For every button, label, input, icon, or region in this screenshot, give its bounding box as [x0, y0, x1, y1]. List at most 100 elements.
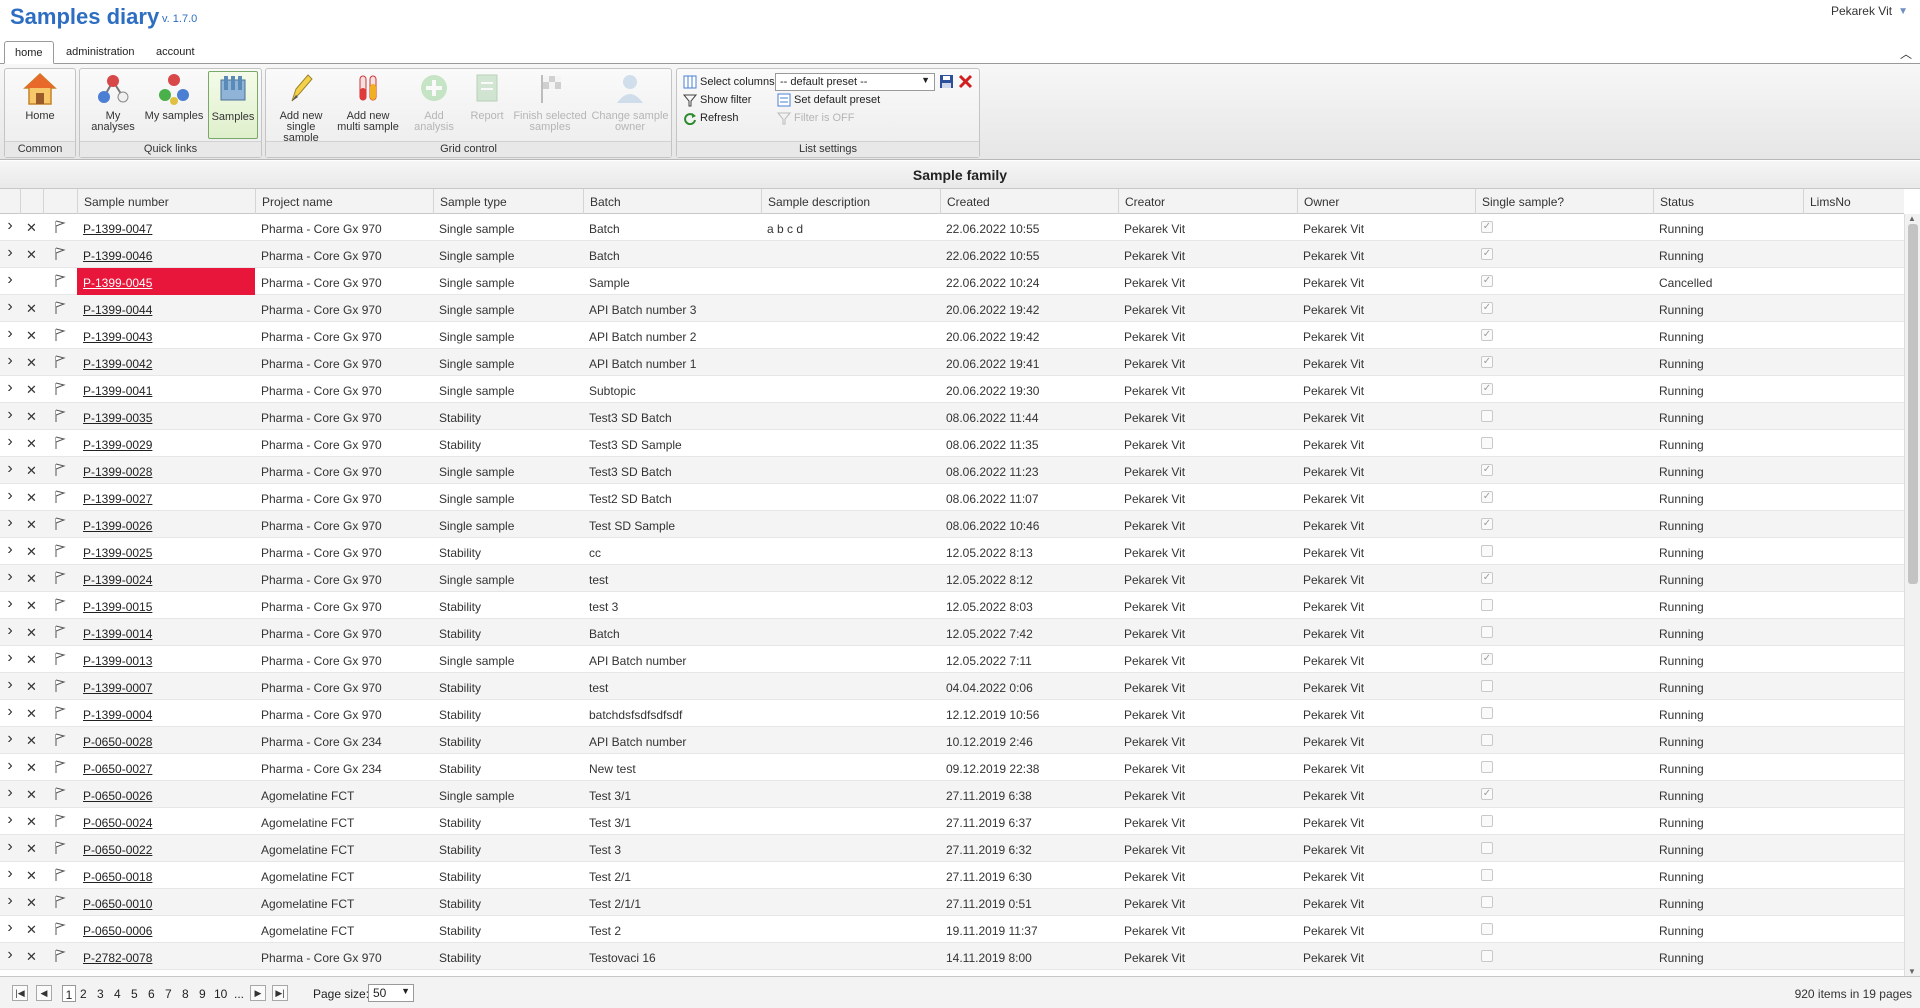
delete-row-icon[interactable]: ✕ — [20, 808, 43, 835]
delete-row-icon[interactable]: ✕ — [20, 619, 43, 646]
table-row[interactable]: › ✕ P-1399-0047 Pharma - Core Gx 970 Single … — [0, 214, 1904, 241]
expand-row-icon[interactable]: › — [0, 835, 20, 862]
samples-button[interactable]: Samples — [208, 71, 258, 139]
expand-row-icon[interactable]: › — [0, 214, 20, 241]
column-header-owner[interactable]: Owner — [1297, 189, 1475, 214]
cell-sample-number[interactable]: P-1399-0041 — [77, 376, 255, 403]
expand-row-icon[interactable]: › — [0, 565, 20, 592]
delete-row-icon[interactable]: ✕ — [20, 538, 43, 565]
flag-icon[interactable] — [43, 538, 77, 565]
page-link[interactable]: 6 — [148, 987, 155, 1001]
flag-icon[interactable] — [43, 673, 77, 700]
delete-row-icon[interactable]: ✕ — [20, 754, 43, 781]
tab-account[interactable]: account — [146, 41, 205, 64]
table-row[interactable]: › ✕ P-1399-0042 Pharma - Core Gx 970 Single … — [0, 349, 1904, 376]
flag-icon[interactable] — [43, 430, 77, 457]
column-header-creator[interactable]: Creator — [1118, 189, 1297, 214]
flag-icon[interactable] — [43, 727, 77, 754]
delete-row-icon[interactable]: ✕ — [20, 916, 43, 943]
flag-icon[interactable] — [43, 295, 77, 322]
delete-row-icon[interactable]: ✕ — [20, 484, 43, 511]
table-row[interactable]: › ✕ P-0650-0022 Agomelatine FCT Stability Tes… — [0, 835, 1904, 862]
delete-row-icon[interactable]: ✕ — [20, 592, 43, 619]
flag-icon[interactable] — [43, 214, 77, 241]
delete-row-icon[interactable]: ✕ — [20, 781, 43, 808]
change-owner-button[interactable]: Change sample owner — [590, 71, 670, 139]
expand-row-icon[interactable]: › — [0, 754, 20, 781]
delete-row-icon[interactable]: ✕ — [20, 889, 43, 916]
last-page-icon[interactable]: ▶| — [272, 985, 288, 1001]
expand-row-icon[interactable]: › — [0, 619, 20, 646]
cell-sample-number[interactable]: P-1399-0024 — [77, 565, 255, 592]
flag-icon[interactable] — [43, 376, 77, 403]
column-header-created[interactable]: Created — [940, 189, 1118, 214]
user-menu[interactable]: Pekarek Vit ▼ — [1831, 4, 1908, 18]
page-link[interactable]: 4 — [114, 987, 121, 1001]
table-row[interactable]: › ✕ P-1399-0027 Pharma - Core Gx 970 Single … — [0, 484, 1904, 511]
cell-sample-number[interactable]: P-1399-0042 — [77, 349, 255, 376]
table-row[interactable]: › ✕ P-1399-0013 Pharma - Core Gx 970 Single … — [0, 646, 1904, 673]
vertical-scrollbar[interactable]: ▲ ▼ — [1904, 214, 1920, 976]
column-header-batch[interactable]: Batch — [583, 189, 761, 214]
home-button[interactable]: Home — [8, 71, 72, 139]
flag-icon[interactable] — [43, 322, 77, 349]
table-row[interactable]: › ✕ P-1399-0025 Pharma - Core Gx 970 Stabili… — [0, 538, 1904, 565]
table-row[interactable]: › ✕ P-1399-0041 Pharma - Core Gx 970 Single … — [0, 376, 1904, 403]
delete-row-icon[interactable]: ✕ — [20, 241, 43, 268]
page-link[interactable]: 1 — [62, 985, 76, 1002]
expand-row-icon[interactable]: › — [0, 430, 20, 457]
finish-samples-button[interactable]: Finish selected samples — [510, 71, 590, 139]
cell-sample-number[interactable]: P-1399-0044 — [77, 295, 255, 322]
delete-row-icon[interactable]: ✕ — [20, 673, 43, 700]
my-samples-button[interactable]: My samples — [144, 71, 204, 139]
page-link[interactable]: 5 — [131, 987, 138, 1001]
column-header-sample-description[interactable]: Sample description — [761, 189, 940, 214]
next-page-icon[interactable]: ▶ — [250, 985, 266, 1001]
table-row[interactable]: › ✕ P-1399-0046 Pharma - Core Gx 970 Single … — [0, 241, 1904, 268]
show-filter-button[interactable]: Show filter — [683, 91, 751, 109]
expand-row-icon[interactable]: › — [0, 511, 20, 538]
table-row[interactable]: › ✕ P-2782-0078 Pharma - Core Gx 970 Stabili… — [0, 943, 1904, 970]
add-single-sample-button[interactable]: Add new single sample — [268, 71, 334, 144]
report-button[interactable]: Report — [464, 71, 510, 139]
delete-row-icon[interactable]: ✕ — [20, 943, 43, 970]
flag-icon[interactable] — [43, 889, 77, 916]
cell-sample-number[interactable]: P-1399-0045 — [77, 268, 255, 295]
cell-sample-number[interactable]: P-1399-0035 — [77, 403, 255, 430]
cell-sample-number[interactable]: P-1399-0029 — [77, 430, 255, 457]
cell-sample-number[interactable]: P-1399-0007 — [77, 673, 255, 700]
delete-row-icon[interactable]: ✕ — [20, 349, 43, 376]
table-row[interactable]: › ✕ P-1399-0029 Pharma - Core Gx 970 Stabili… — [0, 430, 1904, 457]
add-multi-sample-button[interactable]: Add new multi sample — [335, 71, 401, 139]
tab-home[interactable]: home — [4, 41, 54, 64]
table-row[interactable]: › ✕ P-0650-0010 Agomelatine FCT Stability Tes… — [0, 889, 1904, 916]
cell-sample-number[interactable]: P-1399-0027 — [77, 484, 255, 511]
flag-icon[interactable] — [43, 619, 77, 646]
table-row[interactable]: › ✕ P-0650-0027 Pharma - Core Gx 234 Stabili… — [0, 754, 1904, 781]
scroll-up-icon[interactable]: ▲ — [1908, 214, 1916, 223]
table-row[interactable]: › ✕ P-0650-0006 Agomelatine FCT Stability Tes… — [0, 916, 1904, 943]
delete-row-icon[interactable]: ✕ — [20, 835, 43, 862]
cell-sample-number[interactable]: P-1399-0046 — [77, 241, 255, 268]
expand-row-icon[interactable]: › — [0, 916, 20, 943]
cell-sample-number[interactable]: P-1399-0028 — [77, 457, 255, 484]
page-more-link[interactable]: ... — [234, 987, 244, 1001]
expand-row-icon[interactable]: › — [0, 781, 20, 808]
expand-row-icon[interactable]: › — [0, 484, 20, 511]
cell-sample-number[interactable]: P-0650-0028 — [77, 727, 255, 754]
cell-sample-number[interactable]: P-0650-0022 — [77, 835, 255, 862]
expand-row-icon[interactable]: › — [0, 538, 20, 565]
flag-icon[interactable] — [43, 646, 77, 673]
cell-sample-number[interactable]: P-2782-0078 — [77, 943, 255, 970]
flag-icon[interactable] — [43, 943, 77, 970]
flag-icon[interactable] — [43, 754, 77, 781]
first-page-icon[interactable]: |◀ — [12, 985, 28, 1001]
flag-icon[interactable] — [43, 592, 77, 619]
column-header-sample-number[interactable]: Sample number — [77, 189, 255, 214]
table-row[interactable]: › ✕ P-1399-0024 Pharma - Core Gx 970 Single … — [0, 565, 1904, 592]
flag-icon[interactable] — [43, 349, 77, 376]
expand-row-icon[interactable]: › — [0, 457, 20, 484]
page-link[interactable]: 9 — [199, 987, 206, 1001]
table-row[interactable]: › ✕ P-1399-0015 Pharma - Core Gx 970 Stabili… — [0, 592, 1904, 619]
flag-icon[interactable] — [43, 457, 77, 484]
